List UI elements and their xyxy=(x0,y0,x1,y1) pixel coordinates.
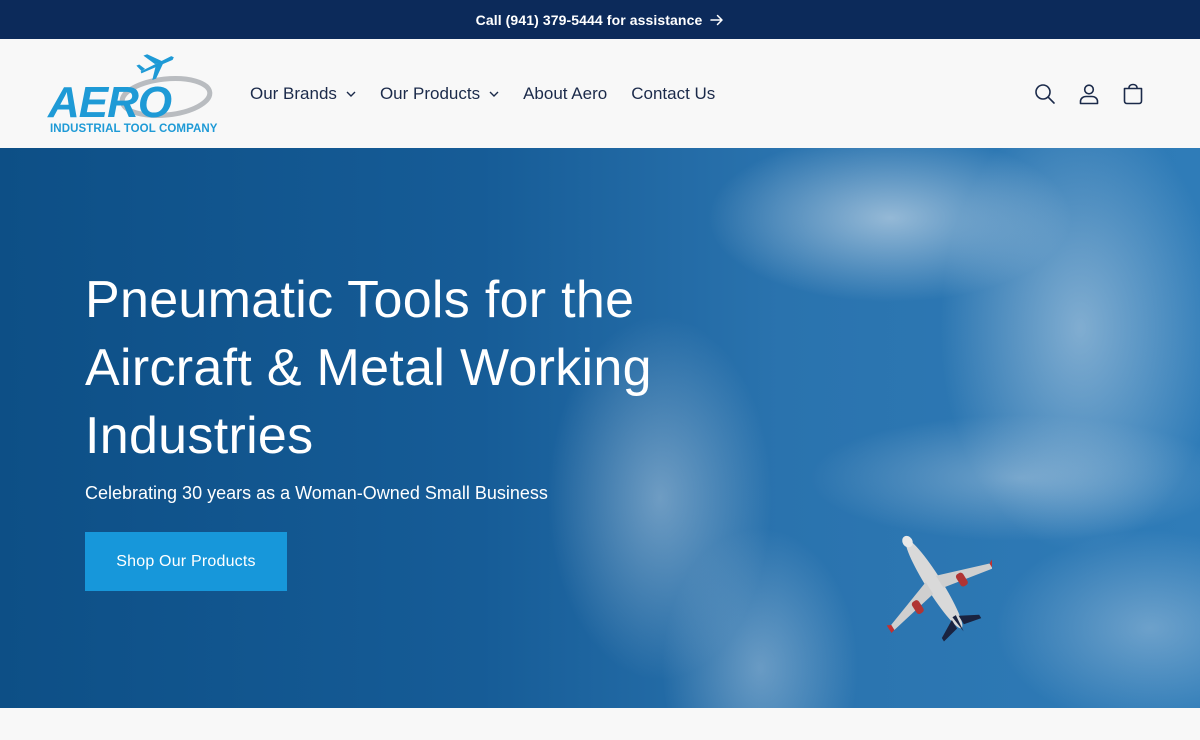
nav-item-our-products[interactable]: Our Products xyxy=(380,84,499,104)
announcement-link[interactable]: Call (941) 379-5444 for assistance xyxy=(476,12,725,28)
announcement-text: Call (941) 379-5444 for assistance xyxy=(475,11,703,28)
header-icons xyxy=(1034,39,1144,148)
nav-item-label: Our Brands xyxy=(250,83,337,103)
hero-subtitle: Celebrating 30 years as a Woman-Owned Sm… xyxy=(85,483,548,503)
chevron-down-icon xyxy=(346,91,356,97)
cart-icon xyxy=(1123,83,1143,104)
account-button[interactable] xyxy=(1078,83,1100,105)
main-nav: Our Brands Our Products About Aero Conta… xyxy=(250,39,739,148)
hero-banner: Pneumatic Tools for the Aircraft & Metal… xyxy=(0,148,1200,708)
announcement-bar: Call (941) 379-5444 for assistance xyxy=(0,0,1200,39)
search-button[interactable] xyxy=(1034,83,1056,105)
logo-wordmark: AERO xyxy=(48,78,172,127)
site-logo[interactable]: AERO INDUSTRIAL TOOL COMPANY xyxy=(48,53,217,137)
nav-item-label: Contact Us xyxy=(631,83,716,103)
logo-tagline: INDUSTRIAL TOOL COMPANY xyxy=(50,123,218,135)
chevron-down-icon xyxy=(489,91,499,97)
shop-products-button[interactable]: Shop Our Products xyxy=(85,532,287,591)
page-bottom-strip xyxy=(0,708,1200,740)
cart-button[interactable] xyxy=(1122,83,1144,105)
site-header: AERO INDUSTRIAL TOOL COMPANY Our Brands … xyxy=(0,39,1200,148)
hero-title: Pneumatic Tools for the Aircraft & Metal… xyxy=(85,271,652,465)
arrow-right-icon xyxy=(710,14,724,25)
account-icon xyxy=(1079,83,1099,104)
nav-item-contact-us[interactable]: Contact Us xyxy=(631,84,715,104)
nav-item-about-aero[interactable]: About Aero xyxy=(523,84,607,104)
nav-item-label: About Aero xyxy=(523,83,608,103)
nav-item-our-brands[interactable]: Our Brands xyxy=(250,84,356,104)
airplane-image xyxy=(886,535,992,642)
search-icon xyxy=(1035,83,1055,104)
nav-item-label: Our Products xyxy=(379,83,481,103)
